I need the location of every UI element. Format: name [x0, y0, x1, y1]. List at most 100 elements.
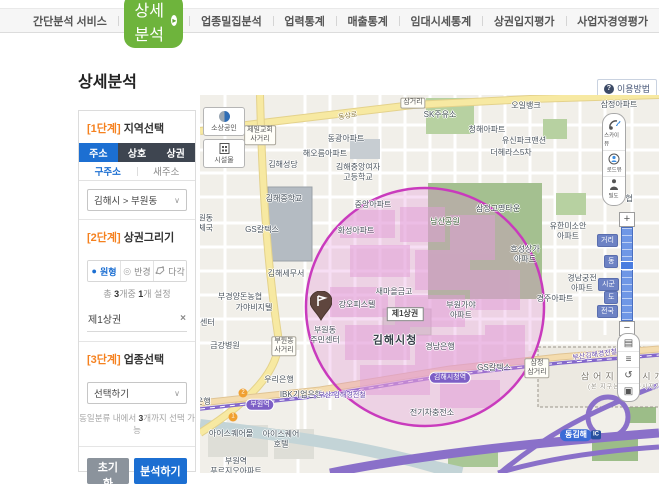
- map-label: 호성상가 아파트: [510, 244, 539, 263]
- map-label: 화성아파트: [338, 226, 375, 236]
- layers-icon[interactable]: ▤: [618, 336, 639, 351]
- polygon-lasso-icon: [155, 266, 165, 277]
- map-label: 부원동 주민센터: [310, 325, 339, 344]
- map-view-controls: 스카이뷰 로드뷰 밀도: [602, 113, 626, 206]
- analysis-steps-panel: [1단계]지역선택 주소 상호 상권 구주소 새주소 김해시 > 부원동 ∨ […: [78, 110, 196, 472]
- chevron-down-icon: ∨: [174, 389, 180, 398]
- subtab-new-address[interactable]: 새주소: [138, 164, 196, 178]
- map-label: 남산공원: [430, 217, 459, 227]
- industry-select[interactable]: 선택하기 ∨: [87, 382, 187, 404]
- zoom-level-dong[interactable]: 동: [604, 255, 618, 268]
- map-label: 김해세무서: [268, 269, 305, 279]
- draw-mode-circle[interactable]: ● 원형: [88, 261, 120, 281]
- map-label: 김해시청역: [429, 372, 471, 384]
- nav-item-business-age-stats[interactable]: 업력통계: [273, 13, 335, 29]
- map-label: 부산김해경전철: [572, 349, 618, 364]
- zoom-in-button[interactable]: +: [619, 212, 635, 227]
- roadview-button[interactable]: 로드뷰: [603, 150, 625, 176]
- map-canvas[interactable]: 삼거리SK주유소오일뱅크삼정아파트제일교회 사거리동상로동광아파트해오름아파트청…: [200, 95, 659, 473]
- map-label: 부경양돈농협: [218, 292, 262, 302]
- reset-button[interactable]: 초기화: [87, 458, 129, 484]
- map-label: 부원역: [245, 399, 274, 411]
- map-label: 경남은행: [200, 397, 211, 407]
- remove-area-icon[interactable]: ×: [180, 313, 186, 324]
- nav-item-density-analysis[interactable]: 업종밀집분석: [190, 13, 273, 29]
- subtab-old-address[interactable]: 구주소: [79, 164, 137, 178]
- step1-badge: [1단계]: [87, 123, 121, 135]
- top-navigation: 간단분석 서비스 상세분석 ▸ 업종밀집분석 업력통계 매출통계 임대시세통계 …: [0, 8, 659, 33]
- small-business-layer-button[interactable]: 소상공인: [203, 107, 245, 136]
- select-area-icon[interactable]: ▣: [618, 383, 639, 399]
- panel-footer: 초기화 분석하기: [87, 458, 187, 484]
- nav-item-sales-stats[interactable]: 매출통계: [336, 13, 398, 29]
- nav-item-location-rating[interactable]: 상권입지평가: [483, 13, 566, 29]
- region-search-tabs: 주소 상호 상권: [79, 143, 195, 162]
- map-label: 경주아파트: [537, 294, 574, 304]
- map-label: 경남은행: [425, 342, 454, 352]
- tab-trade-area[interactable]: 상권: [156, 143, 195, 162]
- map-label: 아이스퀘어몰: [209, 429, 253, 439]
- map-label: 오일뱅크: [511, 101, 540, 111]
- map-label: 치안센터: [200, 318, 215, 328]
- nav-item-rent-stats[interactable]: 임대시세통계: [400, 13, 483, 29]
- map-label: 유한미소안 아파트: [550, 221, 587, 240]
- step2-heading: [2단계]상권그리기: [79, 220, 195, 252]
- draw-mode-radius[interactable]: ◎ 반경: [120, 261, 153, 281]
- map-label: 경남궁전 아파트: [567, 273, 596, 292]
- map-label: 2: [239, 389, 248, 398]
- map-label: 가야비지텔: [236, 303, 273, 313]
- tab-address[interactable]: 주소: [79, 143, 118, 162]
- map-label: 부원동 우체국: [200, 213, 213, 232]
- nav-item-simple-analysis[interactable]: 간단분석 서비스: [22, 13, 118, 29]
- zoom-slider-track[interactable]: [621, 227, 633, 321]
- nav-item-management-rating[interactable]: 사업자경영평가: [566, 13, 659, 29]
- map-label: 부원동 사거리: [271, 336, 296, 356]
- map-label: 청해아파트: [469, 125, 506, 135]
- small-business-layer-label: 소상공인: [211, 123, 237, 133]
- concentric-circle-icon: ◎: [123, 266, 131, 277]
- dong-gimhae-ic-label: 동김해: [560, 429, 592, 441]
- map-label: 김해성당: [268, 160, 297, 170]
- analyze-button[interactable]: 분석하기: [134, 458, 187, 484]
- draw-mode-polygon[interactable]: 다각: [153, 261, 186, 281]
- map-label: 김해중앙여자 고등학교: [336, 162, 380, 181]
- filled-circle-icon: ●: [92, 266, 97, 276]
- skyview-label: 스카이뷰: [604, 131, 624, 147]
- map-left-controls: 소상공인 시설물: [203, 107, 245, 171]
- step3-heading: [3단계]업종선택: [79, 342, 195, 374]
- chevron-down-icon: ∨: [174, 196, 180, 205]
- map-label: 중앙아파트: [355, 200, 392, 210]
- map-tools: ▤ ≡ ↺ ▣: [617, 333, 640, 402]
- trade-area-pin-marker[interactable]: [310, 291, 332, 321]
- nav-item-detail-analysis-active[interactable]: 상세분석 ▸: [124, 0, 183, 48]
- zoom-level-nation[interactable]: 전국: [597, 305, 618, 318]
- rotate-icon[interactable]: ↺: [618, 367, 639, 383]
- roadview-label: 로드뷰: [607, 165, 622, 173]
- map-label: 제일교회 사거리: [244, 125, 276, 145]
- skyview-button[interactable]: 스카이뷰: [603, 117, 625, 150]
- zoom-level-province[interactable]: 도: [604, 291, 618, 304]
- map-labels-layer: 삼거리SK주유소오일뱅크삼정아파트제일교회 사거리동상로동광아파트해오름아파트청…: [200, 95, 659, 473]
- zoom-level-city[interactable]: 시군: [598, 278, 619, 291]
- map-label: 부산-김해경전철: [318, 392, 365, 400]
- draw-mode-group: ● 원형 ◎ 반경 다각: [87, 260, 187, 282]
- list-icon[interactable]: ≡: [618, 351, 639, 367]
- map-label: 유신파크맨션: [502, 136, 546, 146]
- zoom-level-street[interactable]: 거리: [597, 234, 618, 247]
- region-select[interactable]: 김해시 > 부원동 ∨: [87, 189, 187, 211]
- density-button[interactable]: 밀도: [603, 176, 625, 202]
- trade-area-1-label: 제1상권: [387, 307, 424, 321]
- zoom-slider-handle[interactable]: [620, 261, 634, 270]
- area-count-text: 총 3개중 1개 설정: [79, 287, 195, 300]
- tab-store-name[interactable]: 상호: [118, 143, 157, 162]
- map-label: 해오름아파트: [303, 149, 347, 159]
- facilities-layer-button[interactable]: 시설물: [203, 139, 245, 168]
- trade-area-list-item: 제1상권 ×: [87, 306, 187, 332]
- semas-logo-icon: [219, 111, 230, 122]
- map-label: 더헤라스5차: [490, 148, 531, 158]
- map-label: 강오피스텔: [339, 300, 376, 310]
- nav-separator: [118, 16, 119, 26]
- map-label: 김해중학교: [266, 194, 303, 204]
- map-label: 전기차충전소: [410, 408, 454, 418]
- roadview-icon: [608, 153, 620, 165]
